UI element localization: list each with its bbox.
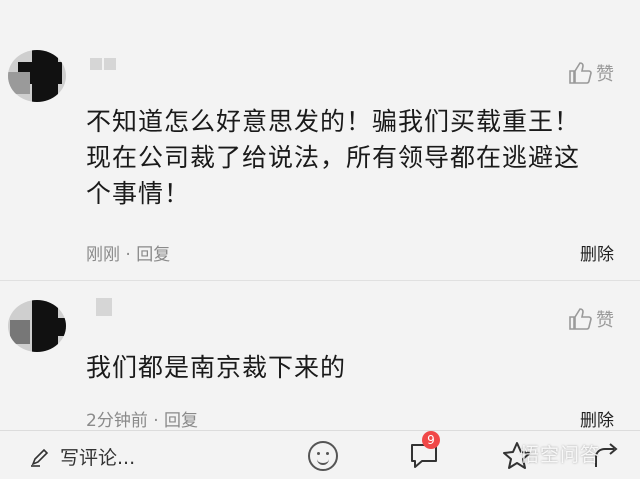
comment-item: 赞 我们都是南京裁下来的 2分钟前 · 回复 删除 bbox=[0, 0, 640, 431]
comment-meta: 2分钟前 · 回复 bbox=[86, 406, 198, 431]
like-label: 赞 bbox=[596, 310, 614, 331]
reply-link[interactable]: 回复 bbox=[164, 411, 198, 431]
pencil-icon bbox=[31, 448, 49, 467]
write-comment-input[interactable]: 写评论... bbox=[30, 443, 135, 470]
delete-button[interactable]: 删除 bbox=[580, 406, 614, 431]
comment-time: 2分钟前 bbox=[86, 411, 148, 431]
comment-count-badge: 9 bbox=[422, 431, 440, 449]
watermark: 悟空问答 bbox=[520, 444, 601, 466]
avatar[interactable] bbox=[8, 300, 66, 352]
username-redacted[interactable] bbox=[96, 298, 112, 316]
emoji-icon[interactable] bbox=[308, 441, 338, 471]
comment-text-line: 我们都是南京裁下来的 bbox=[86, 353, 347, 382]
write-comment-placeholder: 写评论... bbox=[60, 447, 136, 469]
meta-separator: · bbox=[153, 411, 165, 431]
thumbs-up-icon bbox=[569, 308, 592, 330]
like-button[interactable]: 赞 bbox=[568, 306, 614, 332]
comment-text: 我们都是南京裁下来的 bbox=[86, 350, 626, 386]
